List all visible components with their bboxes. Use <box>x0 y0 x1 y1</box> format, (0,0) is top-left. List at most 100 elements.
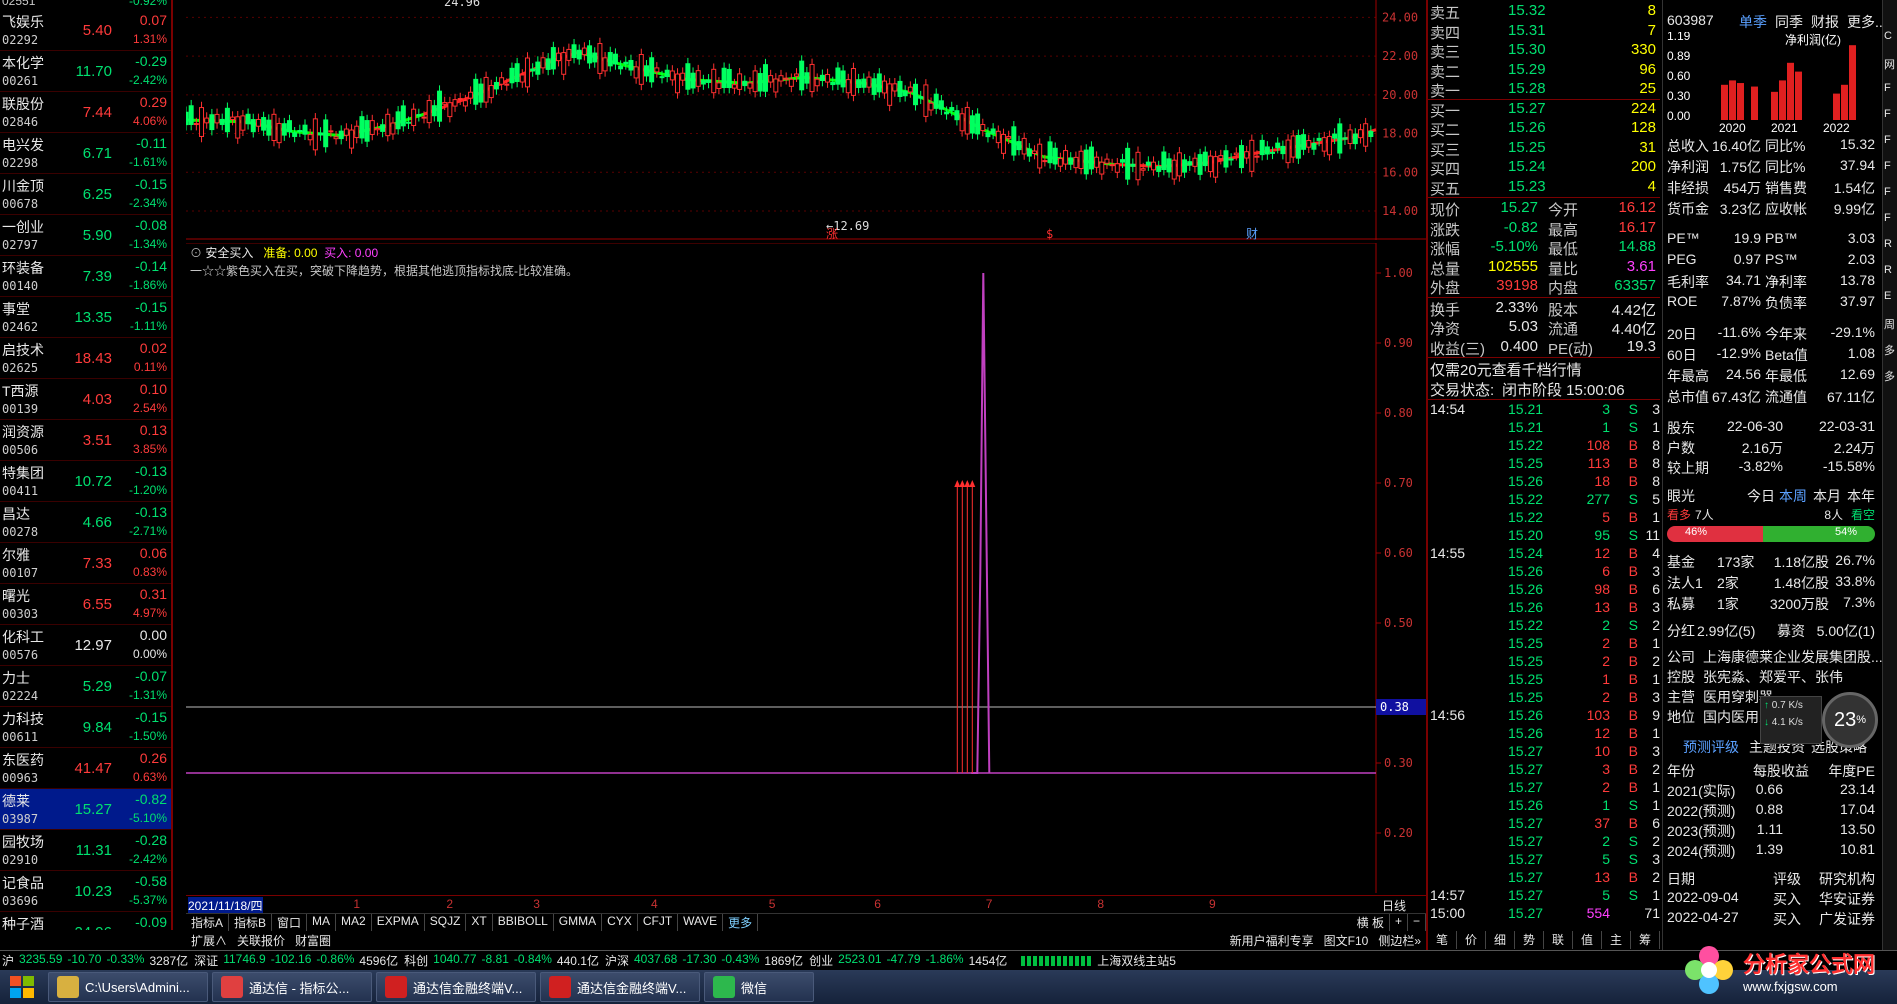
quote-bottom-tab[interactable]: 笔 <box>1428 931 1457 949</box>
watchlist-row[interactable]: 德莱 03987 15.27 -0.82 -5.10% <box>0 789 171 830</box>
side-tool-icon[interactable]: 多 <box>1884 342 1895 358</box>
chart-tool-button[interactable]: + <box>1390 914 1408 931</box>
f10-value: 12.69 <box>1839 366 1875 382</box>
sentiment-tab[interactable]: 本年 <box>1847 486 1875 506</box>
indicator-tabs: 指标A 指标B 窗口 MA MA2 EXPMA SQJZ XT BBIBOLL GMMA CYX CF… <box>186 914 759 931</box>
f10-tab[interactable]: 更多... <box>1847 12 1887 32</box>
taskbar-app[interactable]: 通达信金融终端V... <box>376 972 536 1002</box>
side-tool-icon[interactable]: 多 <box>1884 368 1895 384</box>
taskbar-app[interactable]: 通达信金融终端V... <box>540 972 700 1002</box>
watchlist-row[interactable]: 力科技 00611 9.84 -0.15 -1.50% <box>0 707 171 748</box>
indicator-chart[interactable]: 1.00 0.90 0.80 0.70 0.60 0.50 0.30 0.20 0.38 <box>186 243 1426 893</box>
side-tool-icon[interactable]: F <box>1884 212 1891 224</box>
f10-tab[interactable]: 单季 <box>1739 12 1767 32</box>
f10-tab[interactable]: 同季 <box>1775 12 1803 32</box>
extension-tab[interactable]: 关联报价 <box>232 932 290 949</box>
indicator-axis-label: 1.00 <box>1384 266 1413 280</box>
indicator-tab[interactable]: 指标B <box>229 914 273 931</box>
watchlist-row[interactable]: 启技术 02625 18.43 0.02 0.11% <box>0 338 171 379</box>
watchlist-row[interactable]: T西源 00139 4.03 0.10 2.54% <box>0 379 171 420</box>
forecast-tab[interactable]: 预测评级 <box>1683 737 1739 757</box>
indicator-tab[interactable]: 窗口 <box>272 914 308 931</box>
watchlist-row[interactable]: 润资源 00506 3.51 0.13 3.85% <box>0 420 171 461</box>
start-button[interactable] <box>0 970 44 1004</box>
side-tool-icon[interactable]: C <box>1884 30 1892 42</box>
indicator-tab[interactable]: SQJZ <box>425 914 467 931</box>
watchlist-row[interactable]: 昌达 00278 4.66 -0.13 -2.71% <box>0 502 171 543</box>
indicator-tab[interactable]: BBIBOLL <box>493 914 554 931</box>
indicator-tab[interactable]: GMMA <box>554 914 603 931</box>
collapse-icon[interactable]: ⊙ <box>190 246 202 260</box>
indicator-tab[interactable]: MA2 <box>336 914 372 931</box>
quote-bottom-tab[interactable]: 筹 <box>1631 931 1660 949</box>
quote-bottom-tab[interactable]: 细 <box>1486 931 1515 949</box>
extension-tool[interactable]: 侧边栏» <box>1373 932 1426 949</box>
side-tool-icon[interactable]: F <box>1884 108 1891 120</box>
extension-tool[interactable]: 新用户福利专享 <box>1225 932 1319 949</box>
side-tool-icon[interactable]: E <box>1884 290 1891 302</box>
extension-tab[interactable]: 扩展∧ <box>186 932 232 949</box>
watchlist-row[interactable]: 环装备 00140 7.39 -0.14 -1.86% <box>0 256 171 297</box>
level2-promo[interactable]: 仅需20元查看千档行情 <box>1430 359 1660 379</box>
candlestick-chart[interactable]: 24.0022.0020.0018.0016.0014.0024.96←12.6… <box>186 0 1426 240</box>
chart-tool-button[interactable]: − <box>1408 914 1426 931</box>
watchlist-row[interactable]: 化科工 00576 12.97 0.00 0.00% <box>0 625 171 666</box>
taskbar-app[interactable]: 微信 <box>704 972 814 1002</box>
indicator-tab[interactable]: CFJT <box>638 914 679 931</box>
indicator-tab[interactable]: MA <box>307 914 337 931</box>
stat-value: 0.400 <box>1500 337 1538 355</box>
watchlist-row[interactable]: 园牧场 02910 11.31 -0.28 -2.42% <box>0 830 171 871</box>
side-tool-icon[interactable]: R <box>1884 264 1892 276</box>
indicator-tab[interactable]: 指标A <box>186 914 230 931</box>
watchlist-row[interactable]: 电兴发 02298 6.71 -0.11 -1.61% <box>0 133 171 174</box>
watchlist-row[interactable]: 尔雅 00107 7.33 0.06 0.83% <box>0 543 171 584</box>
quote-bottom-tab[interactable]: 势 <box>1515 931 1544 949</box>
indicator-tab[interactable]: XT <box>466 914 493 931</box>
candle-body <box>1321 137 1327 152</box>
inst-pct: 26.7% <box>1835 552 1875 568</box>
order-price: 15.29 <box>1508 60 1546 78</box>
indicator-tab[interactable]: 更多 <box>723 914 759 931</box>
side-tool-icon[interactable]: F <box>1884 82 1891 94</box>
watchlist-row[interactable]: 飞娱乐 02292 5.40 0.07 1.31% <box>0 10 171 51</box>
indicator-tab[interactable]: CYX <box>602 914 638 931</box>
extension-tool[interactable]: 图文F10 <box>1319 932 1374 949</box>
watchlist-row[interactable]: 一创业 02797 5.90 -0.08 -1.34% <box>0 215 171 256</box>
watchlist-row[interactable]: 联股份 02846 7.44 0.29 4.06% <box>0 92 171 133</box>
quote-bottom-tab[interactable]: 价 <box>1457 931 1486 949</box>
chart-tool-button[interactable]: 横 板 <box>1352 914 1390 931</box>
watchlist-row[interactable]: 记食品 03696 10.23 -0.58 -5.37% <box>0 871 171 912</box>
quote-bottom-tab[interactable]: 联 <box>1544 931 1573 949</box>
watchlist-row[interactable]: 川金顶 00678 6.25 -0.15 -2.34% <box>0 174 171 215</box>
side-tool-icon[interactable]: 网 <box>1884 56 1895 72</box>
sentiment-tab[interactable]: 今日 <box>1747 486 1775 506</box>
quote-bottom-tab[interactable]: 值 <box>1573 931 1602 949</box>
f10-label: PE™ <box>1667 230 1700 246</box>
sentiment-tab[interactable]: 本周 <box>1779 486 1807 506</box>
watchlist-row[interactable]: 东医药 00963 41.47 0.26 0.63% <box>0 748 171 789</box>
side-tool-icon[interactable]: F <box>1884 160 1891 172</box>
taskbar-app[interactable]: 通达信 - 指标公... <box>212 972 372 1002</box>
side-tool-icon[interactable]: R <box>1884 238 1892 250</box>
candle-body <box>1347 129 1353 144</box>
sentiment-tab[interactable]: 本月 <box>1813 486 1841 506</box>
indicator-tab[interactable]: WAVE <box>678 914 724 931</box>
f10-tab[interactable]: 财报 <box>1811 12 1839 32</box>
quote-bottom-tab[interactable]: 主 <box>1602 931 1631 949</box>
watchlist-row[interactable]: 种子酒 24.96 -0.09 <box>0 912 171 930</box>
order-label: 买三 <box>1430 141 1461 159</box>
side-tool-icon[interactable]: F <box>1884 186 1891 198</box>
watchlist-row[interactable]: 本化学 00261 11.70 -0.29 -2.42% <box>0 51 171 92</box>
candle-body <box>442 102 448 105</box>
watchlist-row[interactable]: 曙光 00303 6.55 0.31 4.97% <box>0 584 171 625</box>
main-chart-area[interactable]: 24.00 22.00 20.00 18.00 16.00 14.00 24.96 ←12.6… <box>186 0 1426 900</box>
watchlist-row[interactable]: 特集团 00411 10.72 -0.13 -1.20% <box>0 461 171 502</box>
memory-gauge[interactable]: 23% <box>1822 692 1878 748</box>
side-tool-icon[interactable]: F <box>1884 134 1891 146</box>
taskbar-app[interactable]: C:\Users\Admini... <box>48 972 208 1002</box>
side-tool-icon[interactable]: 周 <box>1884 316 1895 332</box>
indicator-tab[interactable]: EXPMA <box>372 914 425 931</box>
extension-tab[interactable]: 财富圈 <box>290 932 336 949</box>
watchlist-row[interactable]: 事堂 02462 13.35 -0.15 -1.11% <box>0 297 171 338</box>
watchlist-row[interactable]: 力士 02224 5.29 -0.07 -1.31% <box>0 666 171 707</box>
